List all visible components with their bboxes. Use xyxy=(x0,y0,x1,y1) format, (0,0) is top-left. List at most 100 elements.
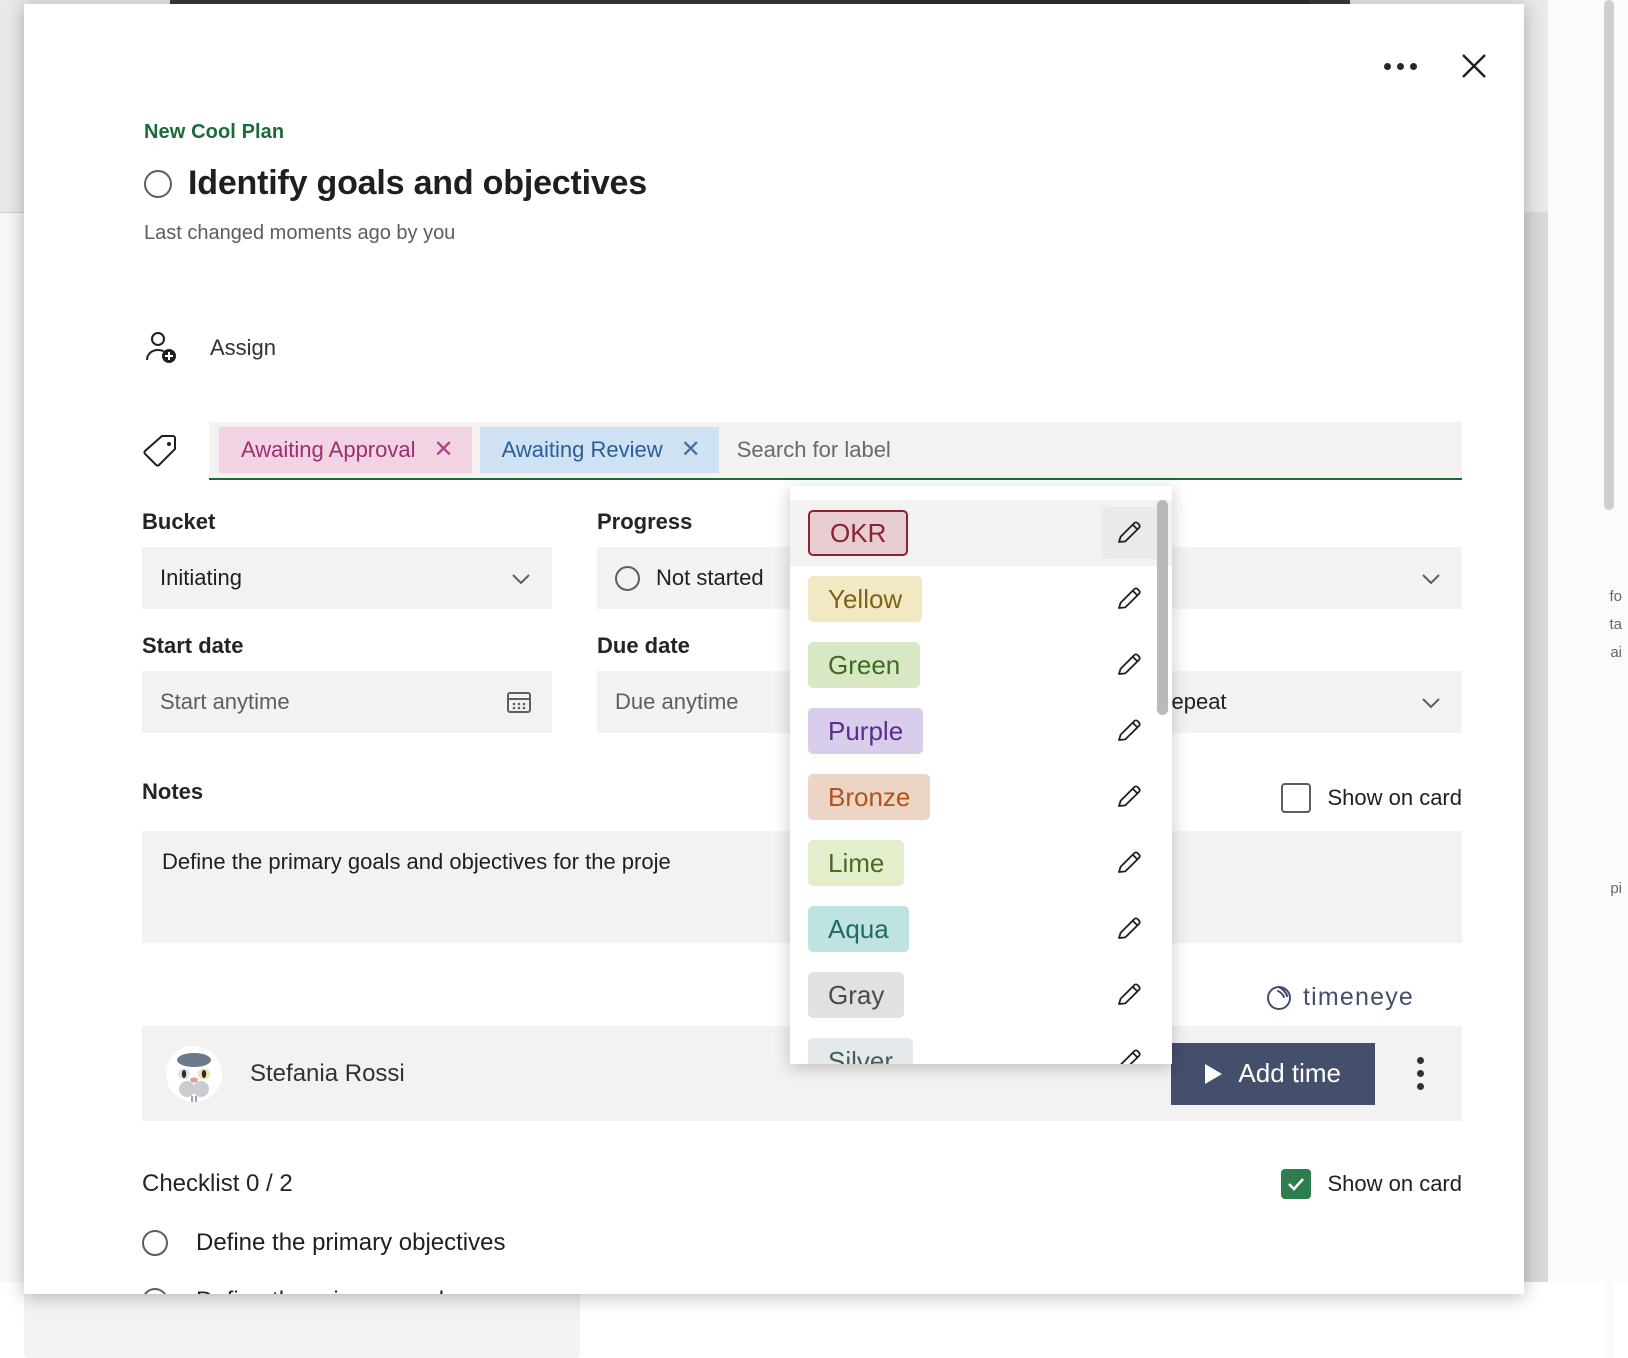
label-option-chip: Yellow xyxy=(808,576,923,622)
close-button[interactable] xyxy=(1452,44,1496,88)
label-option-aqua[interactable]: Aqua xyxy=(790,896,1172,962)
list-item[interactable]: Define the primary goals xyxy=(142,1287,1462,1294)
avatar xyxy=(166,1045,222,1102)
checklist-show-on-card-toggle[interactable]: Show on card xyxy=(1281,1169,1462,1199)
label-option-purple[interactable]: Purple xyxy=(790,698,1172,764)
bucket-field: Bucket Initiating xyxy=(142,509,552,609)
pencil-icon xyxy=(1118,851,1141,873)
person-add-icon xyxy=(146,332,176,363)
label-picker-dropdown: OKR Yellow Green Purple Bronze Lime Aqua Gray Si… xyxy=(790,486,1172,1064)
label-option-lime[interactable]: Lime xyxy=(790,830,1172,896)
bucket-select[interactable]: Initiating xyxy=(142,547,552,609)
due-date-placeholder: Due anytime xyxy=(615,689,739,714)
task-title-row: Identify goals and objectives xyxy=(144,164,647,203)
edit-label-button[interactable] xyxy=(1102,705,1158,757)
checklist-section: Checklist 0 / 2 Show on card Define the … xyxy=(142,1169,1462,1294)
label-option-chip: Purple xyxy=(808,708,924,754)
label-chip[interactable]: Awaiting Review ✕ xyxy=(479,427,719,473)
start-date-input[interactable]: Start anytime xyxy=(142,671,552,733)
search-input[interactable] xyxy=(726,427,1452,473)
checklist-item-label: Define the primary objectives xyxy=(196,1229,506,1256)
background-text-fragment: ai xyxy=(1610,644,1622,661)
edit-label-button[interactable] xyxy=(1102,903,1158,955)
checklist-item-toggle[interactable] xyxy=(142,1230,168,1256)
pencil-icon xyxy=(1118,785,1141,807)
chevron-down-icon xyxy=(1422,574,1440,585)
chevron-down-icon xyxy=(1422,698,1440,709)
label-chip-text: Awaiting Review xyxy=(501,437,663,462)
label-option-chip: Lime xyxy=(808,840,905,886)
label-option-okr[interactable]: OKR xyxy=(790,500,1172,566)
checkbox-checked[interactable] xyxy=(1281,1169,1312,1199)
progress-value: Not started xyxy=(656,565,764,590)
add-time-button[interactable]: Add time xyxy=(1171,1042,1375,1105)
checklist-item-toggle[interactable] xyxy=(142,1288,168,1294)
edit-label-button[interactable] xyxy=(1102,639,1158,691)
calendar-icon[interactable] xyxy=(504,687,534,717)
close-icon[interactable]: ✕ xyxy=(681,438,701,462)
pencil-icon xyxy=(1118,653,1141,675)
pencil-icon xyxy=(1118,587,1141,609)
tag-icon xyxy=(143,435,176,467)
plan-name[interactable]: New Cool Plan xyxy=(144,121,284,144)
progress-not-started-icon xyxy=(615,565,640,591)
task-complete-toggle[interactable] xyxy=(144,169,172,198)
start-date-label: Start date xyxy=(142,633,244,658)
edit-label-button[interactable] xyxy=(1102,837,1158,889)
label-option-green[interactable]: Green xyxy=(790,632,1172,698)
task-details-dialog: New Cool Plan Identify goals and objecti… xyxy=(24,4,1524,1294)
bucket-label: Bucket xyxy=(142,509,216,534)
label-option-yellow[interactable]: Yellow xyxy=(790,566,1172,632)
label-option-chip: Gray xyxy=(808,972,905,1018)
checklist-header: Checklist 0 / 2 Show on card xyxy=(142,1169,1462,1199)
start-date-placeholder: Start anytime xyxy=(160,689,290,714)
pencil-icon xyxy=(1118,917,1141,939)
background-right-pane xyxy=(1548,0,1628,1358)
add-time-label: Add time xyxy=(1238,1058,1341,1088)
notes-show-on-card-toggle[interactable]: Show on card xyxy=(1281,783,1462,813)
label-option-chip: Bronze xyxy=(808,774,931,820)
background-task-card xyxy=(24,1286,580,1358)
notes-label: Notes xyxy=(142,779,204,804)
label-option-gray[interactable]: Gray xyxy=(790,962,1172,1028)
edit-label-button[interactable] xyxy=(1102,573,1158,625)
notes-show-on-card-label: Show on card xyxy=(1327,785,1462,810)
pencil-icon xyxy=(1118,983,1141,1005)
play-icon xyxy=(1205,1063,1223,1084)
pencil-icon xyxy=(1118,719,1141,741)
checklist-title: Checklist 0 / 2 xyxy=(142,1170,293,1197)
checklist-show-on-card-label: Show on card xyxy=(1327,1171,1462,1196)
ellipsis-icon xyxy=(1383,62,1417,70)
time-card-menu-button[interactable] xyxy=(1403,1047,1438,1100)
pencil-icon xyxy=(1118,521,1141,543)
background-text-fragment: ta xyxy=(1609,616,1622,633)
kebab-menu-icon xyxy=(1417,1057,1424,1064)
dialog-toolbar xyxy=(1378,44,1496,88)
page-title[interactable]: Identify goals and objectives xyxy=(188,164,647,203)
user-name: Stefania Rossi xyxy=(250,1059,405,1087)
checklist-item-label: Define the primary goals xyxy=(196,1287,456,1294)
timeneye-brand: timeneye xyxy=(1264,982,1414,1012)
timeneye-logo-icon xyxy=(1266,985,1291,1010)
page-scrollbar-thumb[interactable] xyxy=(1604,0,1614,510)
edit-label-button[interactable] xyxy=(1102,1035,1158,1064)
edit-label-button[interactable] xyxy=(1102,507,1158,559)
edit-label-button[interactable] xyxy=(1102,771,1158,823)
labels-input-field[interactable]: Awaiting Approval ✕ Awaiting Review ✕ xyxy=(209,422,1462,480)
background-text-fragment: pi xyxy=(1610,880,1622,897)
assign-button[interactable]: Assign xyxy=(142,329,276,367)
close-icon xyxy=(1462,54,1486,78)
label-chip[interactable]: Awaiting Approval ✕ xyxy=(219,427,472,473)
list-item[interactable]: Define the primary objectives xyxy=(142,1229,1462,1257)
chevron-down-icon xyxy=(512,574,530,585)
label-option-bronze[interactable]: Bronze xyxy=(790,764,1172,830)
label-chip-text: Awaiting Approval xyxy=(241,437,416,462)
checkbox-unchecked[interactable] xyxy=(1281,783,1312,813)
background-left-pane xyxy=(0,212,24,1358)
close-icon[interactable]: ✕ xyxy=(434,438,454,462)
more-options-button[interactable] xyxy=(1378,44,1422,88)
dropdown-scrollbar-thumb[interactable] xyxy=(1157,500,1168,715)
edit-label-button[interactable] xyxy=(1102,969,1158,1021)
label-option-silver[interactable]: Silver xyxy=(790,1028,1172,1064)
background-text-fragment: fo xyxy=(1609,588,1622,605)
